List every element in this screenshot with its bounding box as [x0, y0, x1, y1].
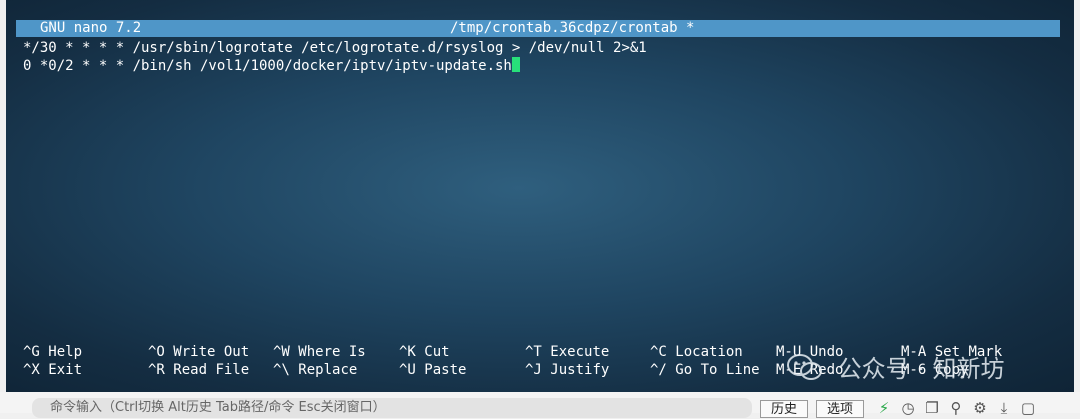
history-button[interactable]: 历史: [760, 400, 809, 418]
editor-line-2-text[interactable]: 0 *0/2 * * * /bin/sh /vol1/1000/docker/i…: [23, 58, 512, 74]
shortcut-label: Help: [48, 344, 83, 360]
shortcut-paste: ^U Paste: [399, 361, 466, 379]
shortcut-label: Read File: [173, 362, 250, 378]
shortcut-key: ^W: [273, 344, 290, 360]
file-path: /tmp/crontab.36cdpz/crontab *: [450, 20, 695, 36]
lightning-icon[interactable]: ⚡: [876, 400, 892, 416]
shortcut-execute: ^T Execute: [525, 343, 609, 361]
shortcut-label: Cut: [424, 344, 450, 360]
shortcut-cut: ^K Cut: [399, 343, 450, 361]
bottom-command-bar: 命令输入（Ctrl切换 Alt历史 Tab路径/命令 Esc关闭窗口） 历史 选…: [0, 392, 1080, 418]
shortcut-key: ^\: [273, 362, 290, 378]
shortcut-where-is: ^W Where Is: [273, 343, 366, 361]
shortcut-key: ^R: [148, 362, 165, 378]
shortcut-label: Paste: [424, 362, 467, 378]
shortcut-label: Write Out: [173, 344, 250, 360]
shortcut-key: ^/: [650, 362, 667, 378]
editor-area[interactable]: */30 * * * * /usr/sbin/logrotate /etc/lo…: [23, 39, 647, 75]
window-icon[interactable]: ▢: [1020, 400, 1036, 416]
shortcut-exit: ^X Exit: [23, 361, 82, 379]
shortcut-key: ^U: [399, 362, 416, 378]
shortcut-key: ^T: [525, 344, 542, 360]
shortcut-key: ^O: [148, 344, 165, 360]
clock-icon[interactable]: ◷: [900, 400, 916, 416]
shortcut-label: Replace: [298, 362, 358, 378]
shortcut-key: ^K: [399, 344, 416, 360]
shortcut-label: Justify: [550, 362, 610, 378]
copy-icon[interactable]: ❐: [924, 400, 940, 416]
editor-line-2[interactable]: 0 *0/2 * * * /bin/sh /vol1/1000/docker/i…: [23, 57, 647, 75]
search-icon[interactable]: ⚲: [948, 400, 964, 416]
terminal-window[interactable]: GNU nano 7.2 /tmp/crontab.36cdpz/crontab…: [6, 0, 1074, 392]
gear-icon[interactable]: ⚙: [972, 400, 988, 416]
shortcut-go-to-line: ^/ Go To Line: [650, 361, 760, 379]
shortcut-justify: ^J Justify: [525, 361, 609, 379]
editor-line-1[interactable]: */30 * * * * /usr/sbin/logrotate /etc/lo…: [23, 39, 647, 57]
shortcut-label: Where Is: [298, 344, 366, 360]
nano-title-bar: GNU nano 7.2 /tmp/crontab.36cdpz/crontab…: [16, 20, 1060, 37]
shortcut-key: ^C: [650, 344, 667, 360]
watermark-text: 公众号 · 知新坊: [837, 355, 1005, 383]
wechat-icon: [787, 354, 822, 380]
shortcut-label: Exit: [48, 362, 83, 378]
shortcut-label: Location: [675, 344, 743, 360]
nano-version: GNU nano 7.2: [40, 20, 142, 36]
text-cursor: [511, 57, 520, 72]
download-icon[interactable]: ⤓: [996, 400, 1012, 416]
shortcut-replace: ^\ Replace: [273, 361, 357, 379]
options-button[interactable]: 选项: [816, 400, 865, 418]
shortcut-key: ^G: [23, 344, 40, 360]
shortcut-location: ^C Location: [650, 343, 743, 361]
shortcut-key: ^J: [525, 362, 542, 378]
shortcut-read-file: ^R Read File: [148, 361, 249, 379]
shortcut-key: ^X: [23, 362, 40, 378]
shortcut-help: ^G Help: [23, 343, 82, 361]
shortcut-write-out: ^O Write Out: [148, 343, 249, 361]
shortcut-label: Go To Line: [675, 362, 760, 378]
watermark: 公众号 · 知新坊: [786, 349, 1005, 389]
command-input[interactable]: 命令输入（Ctrl切换 Alt历史 Tab路径/命令 Esc关闭窗口）: [32, 398, 752, 418]
shortcut-label: Execute: [550, 344, 610, 360]
